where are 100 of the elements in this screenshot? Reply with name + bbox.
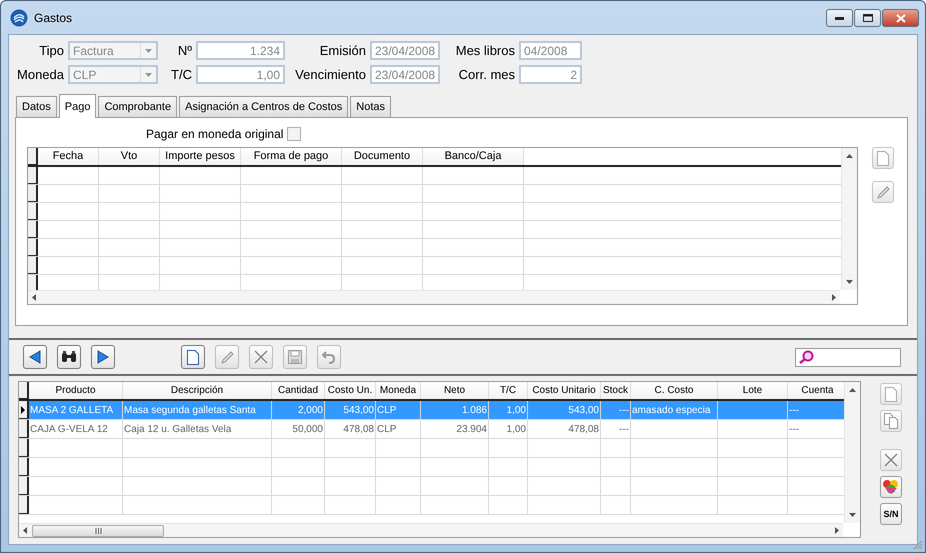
table-cell: 2,000 (298, 404, 323, 416)
row-header[interactable] (19, 420, 29, 438)
row-header[interactable] (19, 477, 29, 495)
table-cell: --- (619, 424, 629, 434)
toolbar-button[interactable] (57, 345, 81, 369)
app-logo-icon (10, 8, 28, 26)
table-cell: amasado especia (632, 404, 710, 416)
field-label: Emisión (318, 43, 366, 58)
row-header[interactable] (28, 221, 38, 238)
field-label: Nº (176, 43, 192, 58)
column-header[interactable]: Importe pesos (160, 148, 241, 165)
number-field[interactable]: 1,00 (196, 65, 285, 84)
column-header[interactable]: Costo Unitario (528, 382, 601, 399)
field-label: T/C (170, 67, 192, 82)
row-header[interactable] (28, 275, 38, 290)
table-cell: CAJA G-VELA 12 (30, 424, 108, 434)
column-header[interactable]: Cantidad (272, 382, 325, 399)
window-title: Gastos (34, 10, 72, 24)
field-label: Mes libros (454, 43, 515, 58)
tab[interactable]: Datos (16, 96, 57, 117)
dropdown-caret-icon (145, 48, 152, 52)
checkbox-label: Pagar en moneda original (146, 127, 284, 141)
scrollbar-thumb[interactable] (32, 524, 164, 536)
checkbox[interactable] (287, 127, 302, 141)
side-button[interactable]: S/N (880, 503, 902, 525)
column-header[interactable]: Fecha (38, 148, 99, 165)
horizontal-scrollbar[interactable] (28, 290, 840, 304)
column-header[interactable]: Documento (342, 148, 423, 165)
column-header[interactable]: C. Costo (631, 382, 718, 399)
table-cell: 23.904 (456, 424, 487, 434)
column-header[interactable]: Stock (601, 382, 631, 399)
column-header[interactable]: Vto (99, 148, 160, 165)
scroll-right-icon (835, 527, 839, 534)
table-cell: 1,00 (506, 404, 526, 416)
row-header[interactable] (28, 239, 38, 256)
row-header[interactable] (28, 185, 38, 202)
vertical-scrollbar[interactable] (844, 382, 860, 523)
scroll-up-icon (849, 388, 856, 392)
scroll-left-icon (32, 294, 36, 301)
toolbar-button[interactable] (181, 345, 205, 369)
column-header[interactable]: Lote (718, 382, 788, 399)
document-icon (187, 350, 199, 364)
search-field[interactable] (795, 348, 901, 366)
copy-documents-icon (884, 413, 898, 429)
scroll-up-icon (846, 154, 853, 158)
row-header[interactable] (19, 401, 29, 419)
table-cell: CLP (377, 404, 396, 416)
table-cell: --- (619, 404, 629, 416)
date-field[interactable]: 04/2008 (519, 41, 582, 60)
column-header[interactable]: Moneda (376, 382, 421, 399)
dropdown-caret-icon (145, 72, 152, 76)
date-field[interactable]: 23/04/2008 (370, 41, 440, 60)
table-cell: --- (789, 424, 799, 434)
column-header[interactable]: Forma de pago (241, 148, 342, 165)
tab[interactable]: Comprobante (98, 96, 178, 117)
field-label: Tipo (38, 43, 64, 58)
row-header[interactable] (19, 496, 29, 514)
number-field[interactable]: 1.234 (196, 41, 285, 60)
table-cell: 50,000 (292, 424, 323, 434)
maximize-button[interactable] (854, 9, 881, 27)
date-field[interactable]: 23/04/2008 (370, 65, 440, 84)
minimize-button[interactable] (826, 9, 853, 27)
pencil-icon (876, 184, 890, 200)
table-cell: Caja 12 u. Galletas Vela (124, 424, 232, 434)
minimize-icon (835, 16, 844, 20)
column-header[interactable]: Producto (29, 382, 123, 399)
horizontal-scrollbar[interactable] (19, 523, 843, 537)
row-header[interactable] (28, 203, 38, 220)
pencil-icon (220, 350, 234, 364)
row-header[interactable] (19, 458, 29, 476)
row-header[interactable] (28, 167, 38, 184)
column-header[interactable]: Costo Un. (325, 382, 376, 399)
colored-hearts-icon (882, 479, 900, 495)
vertical-scrollbar[interactable] (841, 148, 857, 290)
row-header[interactable] (19, 439, 29, 457)
tab[interactable]: Pago (58, 94, 96, 118)
tab[interactable]: Notas (350, 96, 392, 117)
table-cell: 543,00 (568, 404, 599, 416)
column-header[interactable]: Banco/Caja (423, 148, 524, 165)
table-cell: --- (789, 404, 799, 416)
column-header[interactable]: Neto (421, 382, 489, 399)
toolbar-button[interactable] (23, 345, 47, 369)
table-cell: 543,00 (343, 404, 374, 416)
table-cell: 1.086 (462, 404, 487, 416)
close-icon (896, 14, 906, 22)
number-field[interactable]: 2 (519, 65, 582, 84)
undo-arrow-icon (322, 350, 336, 364)
column-header[interactable]: T/C (489, 382, 528, 399)
search-icon (798, 350, 814, 364)
toolbar-button[interactable] (91, 345, 115, 369)
scroll-down-icon (846, 280, 853, 284)
field-label: Corr. mes (458, 67, 515, 82)
row-header[interactable] (28, 257, 38, 274)
tab[interactable]: Asignación a Centros de Costos (179, 96, 348, 117)
cross-icon (884, 453, 898, 467)
table-cell: 478,08 (568, 424, 599, 434)
column-header[interactable]: Descripción (123, 382, 272, 399)
close-button[interactable] (882, 9, 919, 27)
table-row[interactable]: CAJA G-VELA 12 Caja 12 u. Galletas Vela 50,000 478,08 CLP 23.904 1,00 478,08 --- --- (19, 420, 844, 439)
side-button[interactable] (880, 476, 902, 498)
